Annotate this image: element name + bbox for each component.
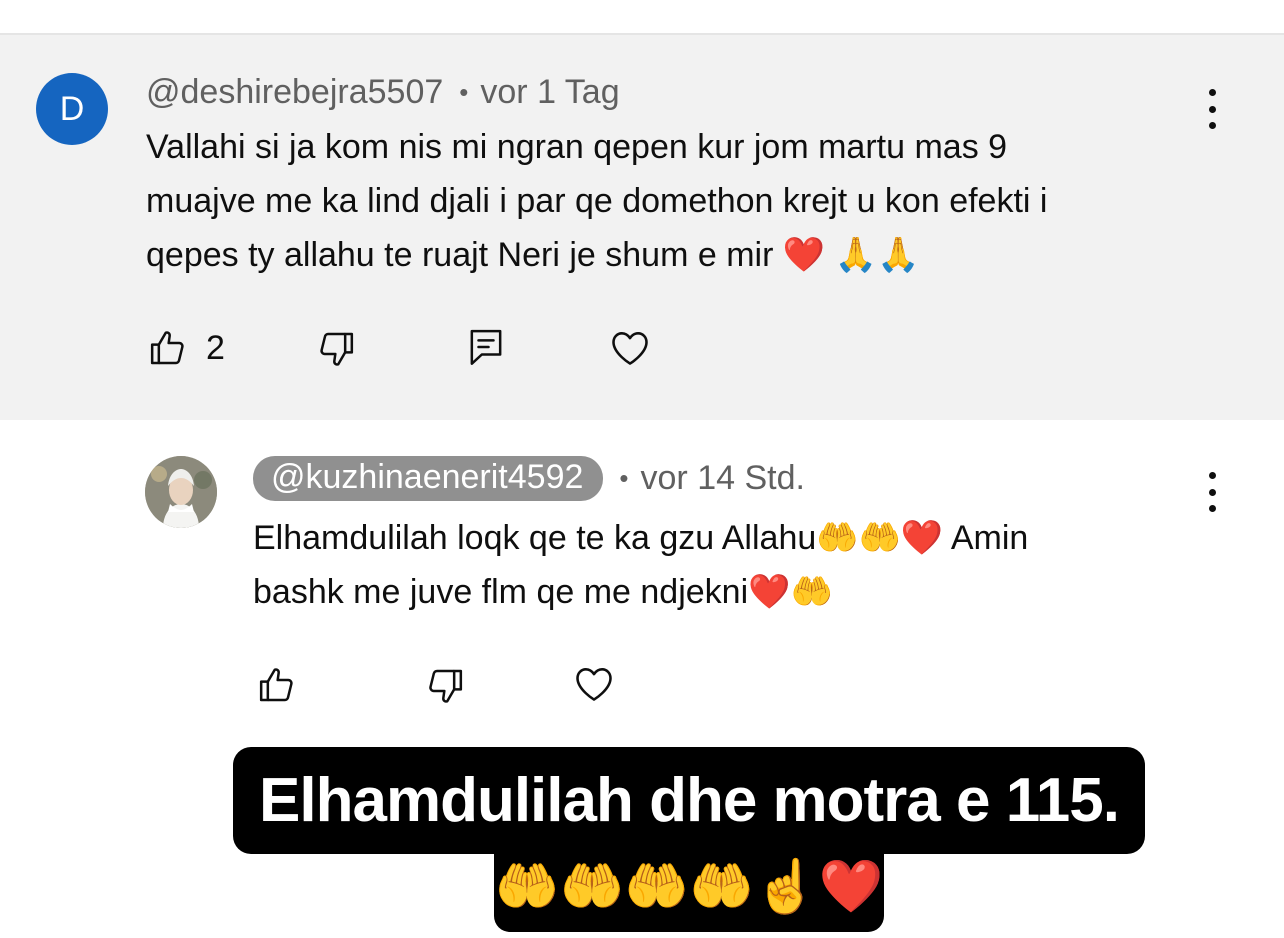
comment-time[interactable]: vor 1 Tag — [480, 73, 619, 112]
thumbs-down-icon — [429, 669, 463, 703]
author-handle-badge[interactable]: @kuzhinaenerit4592 — [253, 456, 604, 501]
comment-text-line: qepes ty allahu te ruajt Neri je shum e … — [146, 236, 920, 274]
caption-title: Elhamdulilah dhe motra e 115. — [233, 747, 1145, 854]
heart-icon — [612, 332, 648, 365]
dislike-button[interactable] — [425, 666, 465, 706]
heart-button[interactable] — [608, 326, 652, 370]
thumbs-up-icon — [150, 331, 184, 365]
thumbs-down-icon — [320, 332, 354, 366]
heart-button[interactable] — [572, 662, 616, 706]
profile-photo — [145, 456, 217, 528]
meta-separator: • — [619, 463, 629, 493]
thumbs-up-icon — [259, 668, 293, 702]
heart-icon — [576, 668, 612, 701]
comment-text-line: Vallahi si ja kom nis mi ngran qepen kur… — [146, 128, 1008, 166]
comment-text: Vallahi si ja kom nis mi ngran qepen kur… — [146, 120, 1226, 282]
avatar[interactable] — [145, 456, 217, 528]
reply-button[interactable] — [466, 326, 506, 368]
like-count: 2 — [206, 328, 225, 367]
author-handle[interactable]: @deshirebejra5507 — [146, 73, 443, 112]
comment-text-line: Elhamdulilah loqk qe te ka gzu Allahu🤲🤲❤… — [253, 519, 1029, 557]
like-button[interactable] — [257, 665, 297, 705]
meta-separator: • — [459, 77, 469, 107]
comment-text: Elhamdulilah loqk qe te ka gzu Allahu🤲🤲❤… — [253, 511, 1213, 619]
like-button[interactable]: 2 — [148, 328, 225, 368]
more-options-icon[interactable] — [1206, 472, 1218, 512]
reply-icon — [470, 329, 502, 365]
avatar[interactable]: D — [36, 73, 108, 145]
comment-text-line: bashk me juve flm qe me ndjekni❤️🤲 — [253, 573, 833, 611]
comment-meta: @deshirebejra5507 • vor 1 Tag — [146, 73, 620, 112]
dislike-button[interactable] — [316, 329, 356, 369]
comment-time[interactable]: vor 14 Std. — [641, 459, 805, 498]
comment-meta: @kuzhinaenerit4592 • vor 14 Std. — [253, 456, 805, 501]
comment-text-line: muajve me ka lind djali i par qe dometho… — [146, 182, 1048, 220]
